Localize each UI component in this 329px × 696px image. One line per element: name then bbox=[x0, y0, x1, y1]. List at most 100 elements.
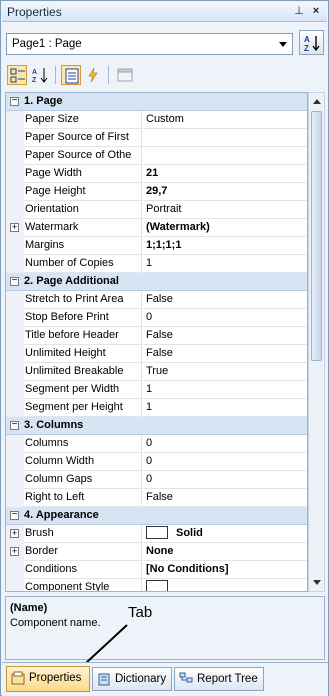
row-gutter bbox=[6, 165, 24, 183]
property-name: Watermark bbox=[24, 219, 142, 237]
expand-icon[interactable]: + bbox=[10, 223, 19, 232]
property-value[interactable]: 1 bbox=[143, 399, 307, 417]
property-value-text: Solid bbox=[176, 527, 203, 539]
scroll-down-icon[interactable] bbox=[313, 580, 321, 585]
collapse-icon[interactable]: − bbox=[10, 510, 19, 520]
sort-az-icon: A Z bbox=[304, 35, 320, 52]
property-value[interactable]: Custom bbox=[143, 111, 307, 129]
categorized-button[interactable] bbox=[7, 65, 27, 85]
properties-panel: Properties ⊥ × Page1 : Page A Z A Z − 1.… bbox=[0, 0, 329, 696]
row-gutter bbox=[6, 471, 24, 489]
scroll-up-icon[interactable] bbox=[313, 99, 321, 104]
property-value[interactable]: [No Conditions] bbox=[143, 561, 307, 579]
property-row[interactable]: Unlimited Breakable True bbox=[6, 363, 307, 381]
pin-icon[interactable]: ⊥ bbox=[292, 4, 306, 18]
property-value[interactable]: (Watermark) bbox=[143, 219, 307, 237]
property-value[interactable] bbox=[143, 579, 307, 591]
row-gutter bbox=[6, 363, 24, 381]
grid-vertical-scrollbar[interactable] bbox=[308, 92, 325, 592]
property-row[interactable]: + Watermark (Watermark) bbox=[6, 219, 307, 237]
property-name: Conditions bbox=[24, 561, 142, 579]
property-value[interactable]: False bbox=[143, 291, 307, 309]
sort-az-button[interactable]: A Z bbox=[299, 30, 324, 55]
expand-icon[interactable]: + bbox=[10, 547, 19, 556]
property-value-text: 1 bbox=[146, 383, 153, 395]
category-header[interactable]: −2. Page Additional bbox=[6, 273, 307, 291]
property-value[interactable]: True bbox=[143, 363, 307, 381]
object-selector-dropdown[interactable]: Page1 : Page bbox=[6, 33, 293, 55]
tab-label: Report Tree bbox=[197, 673, 258, 685]
property-value[interactable]: Portrait bbox=[143, 201, 307, 219]
property-value-text: 1;1;1;1 bbox=[146, 239, 182, 251]
property-row[interactable]: Component Style bbox=[6, 579, 307, 591]
property-value[interactable]: 21 bbox=[143, 165, 307, 183]
category-header[interactable]: −3. Columns bbox=[6, 417, 307, 435]
property-value[interactable]: 0 bbox=[143, 309, 307, 327]
property-pages-button[interactable] bbox=[115, 65, 135, 85]
property-name: Paper Source of First bbox=[24, 129, 142, 147]
property-row[interactable]: Title before Header False bbox=[6, 327, 307, 345]
category-title: 1. Page bbox=[24, 95, 63, 107]
property-value[interactable]: 1 bbox=[143, 255, 307, 273]
category-title: 2. Page Additional bbox=[24, 275, 119, 287]
property-value[interactable]: False bbox=[143, 345, 307, 363]
property-value[interactable]: 0 bbox=[143, 471, 307, 489]
property-value[interactable]: 0 bbox=[143, 435, 307, 453]
properties-view-button[interactable] bbox=[61, 65, 81, 85]
collapse-icon[interactable]: − bbox=[10, 420, 19, 430]
property-row[interactable]: Stop Before Print 0 bbox=[6, 309, 307, 327]
property-grid: −1. Page Paper Size Custom Paper Source of … bbox=[5, 92, 308, 592]
alphabetical-button[interactable]: A Z bbox=[30, 65, 50, 85]
property-row[interactable]: Columns 0 bbox=[6, 435, 307, 453]
scrollbar-thumb[interactable] bbox=[311, 111, 322, 361]
property-row[interactable]: Orientation Portrait bbox=[6, 201, 307, 219]
property-row[interactable]: Page Width 21 bbox=[6, 165, 307, 183]
tab-properties[interactable]: Properties bbox=[6, 666, 90, 692]
property-value[interactable] bbox=[143, 147, 307, 165]
category-header[interactable]: −4. Appearance bbox=[6, 507, 307, 525]
property-name: Column Width bbox=[24, 453, 142, 471]
property-row[interactable]: Segment per Height 1 bbox=[6, 399, 307, 417]
property-value[interactable]: Solid bbox=[143, 525, 307, 543]
tab-annotation-label: Tab bbox=[128, 604, 153, 621]
events-button[interactable] bbox=[83, 65, 103, 85]
row-gutter bbox=[6, 399, 24, 417]
property-value[interactable] bbox=[143, 129, 307, 147]
property-value[interactable]: 29,7 bbox=[143, 183, 307, 201]
property-row[interactable]: Margins 1;1;1;1 bbox=[6, 237, 307, 255]
property-row[interactable]: Stretch to Print Area False bbox=[6, 291, 307, 309]
expand-icon[interactable]: + bbox=[10, 529, 19, 538]
svg-text:Z: Z bbox=[32, 77, 37, 83]
property-row[interactable]: Right to Left False bbox=[6, 489, 307, 507]
tab-report-tree[interactable]: Report Tree bbox=[174, 667, 264, 691]
property-row[interactable]: Unlimited Height False bbox=[6, 345, 307, 363]
property-value[interactable]: 0 bbox=[143, 453, 307, 471]
category-header[interactable]: −1. Page bbox=[6, 93, 307, 111]
property-row[interactable]: Paper Size Custom bbox=[6, 111, 307, 129]
property-value[interactable]: 1 bbox=[143, 381, 307, 399]
property-value[interactable]: 1;1;1;1 bbox=[143, 237, 307, 255]
property-row[interactable]: Page Height 29,7 bbox=[6, 183, 307, 201]
property-row[interactable]: + Border None bbox=[6, 543, 307, 561]
property-value[interactable]: False bbox=[143, 489, 307, 507]
row-gutter bbox=[6, 579, 24, 591]
tab-dictionary[interactable]: Dictionary bbox=[92, 667, 172, 691]
property-row[interactable]: + Brush Solid bbox=[6, 525, 307, 543]
collapse-icon[interactable]: − bbox=[10, 96, 19, 106]
close-icon[interactable]: × bbox=[309, 4, 323, 18]
row-gutter bbox=[6, 435, 24, 453]
property-value[interactable]: None bbox=[143, 543, 307, 561]
property-value-text: Portrait bbox=[146, 203, 182, 215]
property-value-text: True bbox=[146, 365, 169, 377]
property-row[interactable]: Column Width 0 bbox=[6, 453, 307, 471]
property-row[interactable]: Column Gaps 0 bbox=[6, 471, 307, 489]
svg-text:Z: Z bbox=[304, 44, 309, 52]
property-row[interactable]: Paper Source of Othe bbox=[6, 147, 307, 165]
collapse-icon[interactable]: − bbox=[10, 276, 19, 286]
property-row[interactable]: Paper Source of First bbox=[6, 129, 307, 147]
property-row[interactable]: Conditions [No Conditions] bbox=[6, 561, 307, 579]
toolbar-separator bbox=[108, 66, 109, 84]
property-row[interactable]: Number of Copies 1 bbox=[6, 255, 307, 273]
property-row[interactable]: Segment per Width 1 bbox=[6, 381, 307, 399]
property-value[interactable]: False bbox=[143, 327, 307, 345]
